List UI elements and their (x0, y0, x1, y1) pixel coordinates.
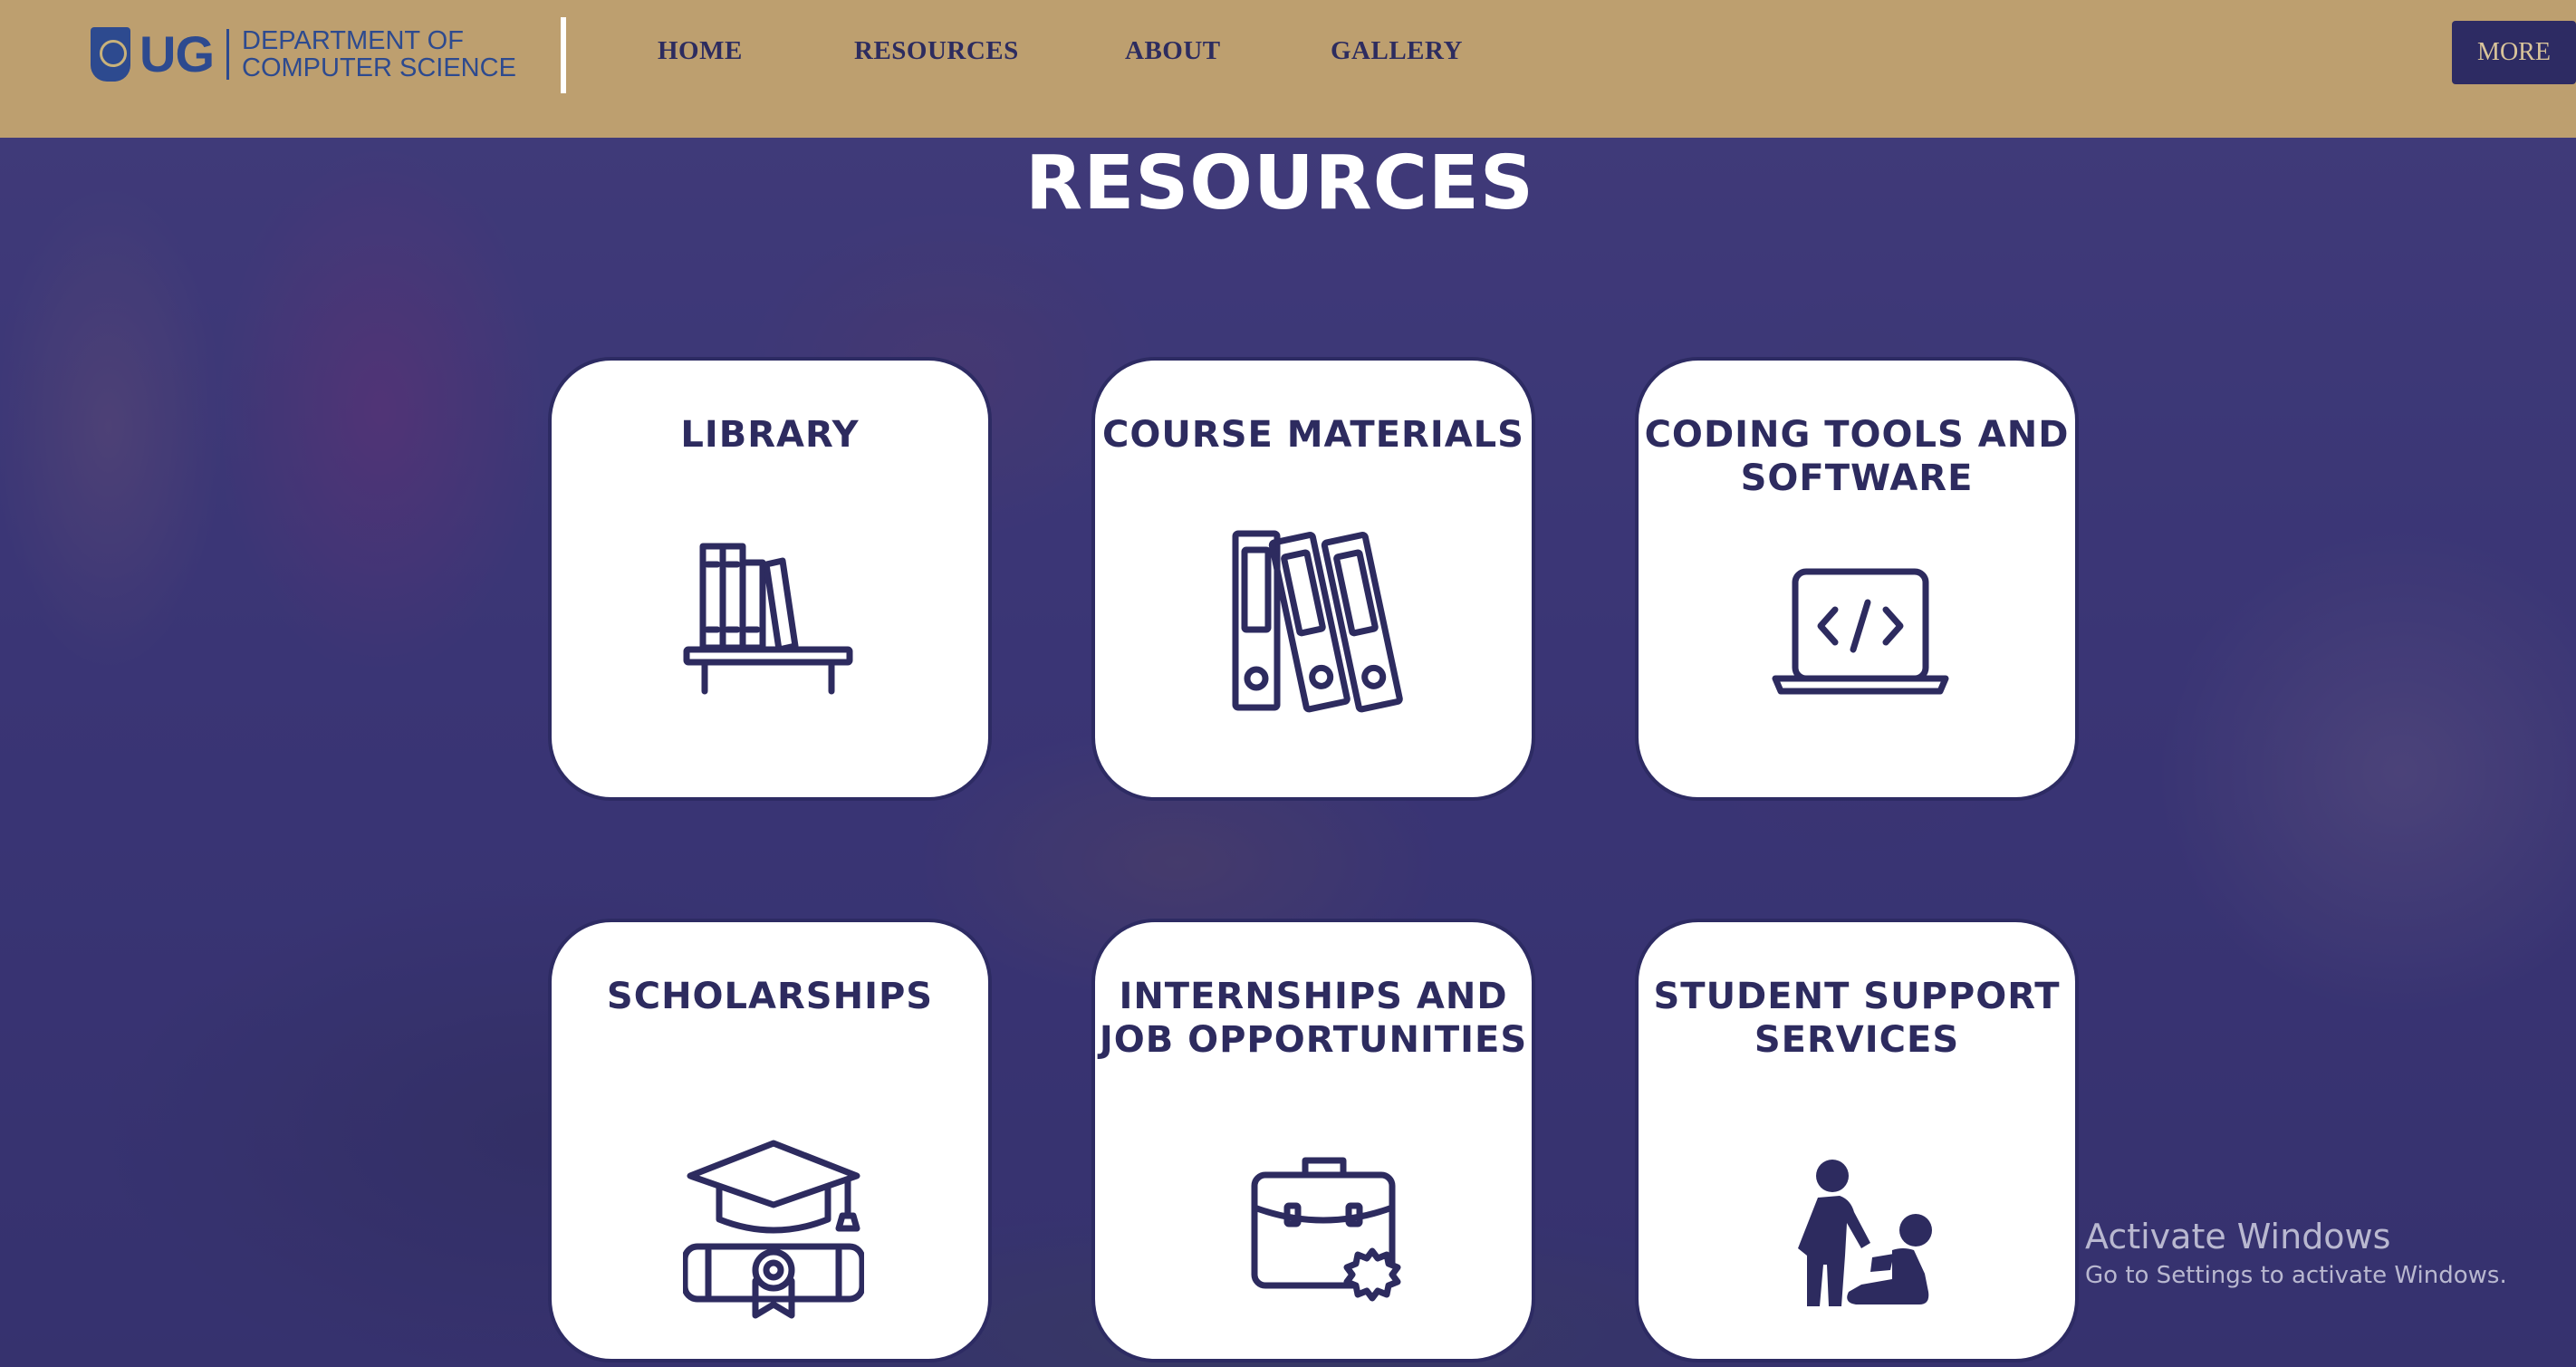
card-title: SCHOLARSHIPS (606, 976, 934, 1017)
nav-home[interactable]: HOME (658, 36, 743, 66)
activate-windows-watermark: Activate Windows Go to Settings to activ… (2085, 1214, 2507, 1292)
page-title-wrap: RESOURCES (0, 140, 2576, 226)
logo-text-line1: DEPARTMENT OF (242, 26, 464, 55)
laptop-code-icon (1770, 564, 1951, 700)
card-coding-tools[interactable]: CODING TOOLS AND SOFTWARE (1635, 357, 2079, 801)
card-internships[interactable]: INTERNSHIPS AND JOB OPPORTUNITIES (1091, 919, 1535, 1362)
card-student-support[interactable]: STUDENT SUPPORT SERVICES (1635, 919, 2079, 1362)
card-title: COURSE MATERIALS (1102, 414, 1524, 456)
binders-icon (1226, 528, 1417, 714)
bookshelf-icon (683, 537, 855, 700)
card-title: STUDENT SUPPORT SERVICES (1653, 976, 2061, 1061)
graduation-diploma-icon (683, 1140, 864, 1321)
site-header: UG DEPARTMENT OF COMPUTER SCIENCE HOME R… (0, 0, 2576, 138)
card-title: CODING TOOLS AND SOFTWARE (1644, 414, 2070, 499)
university-crest-icon (91, 27, 130, 82)
card-scholarships[interactable]: SCHOLARSHIPS (548, 919, 992, 1362)
logo-text: DEPARTMENT OF COMPUTER SCIENCE (242, 27, 516, 82)
site-logo[interactable]: UG DEPARTMENT OF COMPUTER SCIENCE (91, 25, 516, 83)
logo-divider (226, 29, 229, 80)
logo-mark: UG (139, 25, 215, 82)
watermark-title: Activate Windows (2085, 1217, 2391, 1256)
more-button[interactable]: MORE (2452, 21, 2576, 84)
nav-about[interactable]: ABOUT (1125, 36, 1221, 66)
nav-divider (561, 17, 566, 93)
card-title: INTERNSHIPS AND JOB OPPORTUNITIES (1099, 976, 1528, 1061)
watermark-subtitle: Go to Settings to activate Windows. (2085, 1262, 2507, 1289)
briefcase-icon (1249, 1153, 1408, 1303)
card-title: LIBRARY (680, 414, 860, 456)
card-library[interactable]: LIBRARY (548, 357, 992, 801)
logo-text-line2: COMPUTER SCIENCE (242, 53, 516, 82)
nav-resources[interactable]: RESOURCES (854, 36, 1019, 66)
helping-person-icon (1783, 1156, 1946, 1310)
page-title: RESOURCES (1025, 140, 1534, 226)
nav-gallery[interactable]: GALLERY (1331, 36, 1463, 66)
card-course-materials[interactable]: COURSE MATERIALS (1091, 357, 1535, 801)
